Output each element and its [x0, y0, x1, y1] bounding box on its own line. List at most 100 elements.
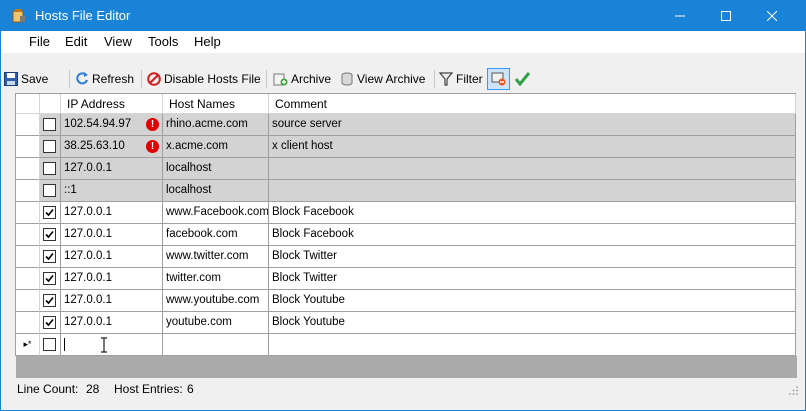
resize-grip-icon[interactable]	[789, 386, 799, 396]
row-header[interactable]	[16, 180, 40, 202]
enabled-checkbox[interactable]	[43, 250, 56, 263]
checkbox-cell[interactable]	[40, 158, 61, 180]
refresh-button[interactable]: Refresh	[75, 68, 134, 90]
enabled-checkbox[interactable]	[43, 140, 56, 153]
checkbox-cell[interactable]	[40, 290, 61, 312]
save-button[interactable]: Save	[4, 68, 48, 90]
menu-tools[interactable]: Tools	[144, 34, 182, 49]
host-cell[interactable]: rhino.acme.com	[163, 114, 269, 136]
host-cell[interactable]: localhost	[163, 180, 269, 202]
checkbox-cell[interactable]	[40, 114, 61, 136]
row-header[interactable]	[16, 114, 40, 136]
comment-cell[interactable]: x client host	[269, 136, 796, 158]
checkbox-cell[interactable]	[40, 312, 61, 334]
enabled-checkbox[interactable]	[43, 162, 56, 175]
comment-cell[interactable]: Block Youtube	[269, 290, 796, 312]
view-archive-button[interactable]: View Archive	[340, 68, 425, 90]
header-host-names[interactable]: Host Names	[163, 94, 269, 114]
menu-help[interactable]: Help	[190, 34, 225, 49]
close-button[interactable]	[749, 1, 795, 31]
filter-enabled-toggle[interactable]	[513, 69, 531, 89]
row-header[interactable]	[16, 246, 40, 268]
enabled-checkbox[interactable]	[43, 206, 56, 219]
ip-cell[interactable]: ::1	[61, 180, 163, 202]
table-row[interactable]: 127.0.0.1 www.twitter.com Block Twitter	[16, 246, 796, 268]
header-comment[interactable]: Comment	[269, 94, 796, 114]
host-cell[interactable]: youtube.com	[163, 312, 269, 334]
ip-cell[interactable]: 127.0.0.1	[61, 268, 163, 290]
comment-cell[interactable]: Block Twitter	[269, 268, 796, 290]
filter-button[interactable]: Filter	[439, 68, 483, 90]
table-row[interactable]: 127.0.0.1 www.Facebook.com Block Facebook	[16, 202, 796, 224]
host-cell[interactable]: www.Facebook.com	[163, 202, 269, 224]
ip-cell[interactable]: 127.0.0.1	[61, 290, 163, 312]
comment-cell[interactable]: source server	[269, 114, 796, 136]
table-row[interactable]: 127.0.0.1 youtube.com Block Youtube	[16, 312, 796, 334]
ip-cell[interactable]: 127.0.0.1	[61, 312, 163, 334]
comment-cell[interactable]: Block Facebook	[269, 202, 796, 224]
checkbox-cell[interactable]	[40, 136, 61, 158]
menu-file[interactable]: File	[25, 34, 54, 49]
table-row[interactable]: 38.25.63.10! x.acme.com x client host	[16, 136, 796, 158]
checkbox-cell[interactable]	[40, 246, 61, 268]
header-enabled[interactable]	[40, 94, 61, 114]
ip-cell[interactable]: 127.0.0.1	[61, 158, 163, 180]
hosts-grid[interactable]: IP Address Host Names Comment 102.54.94.…	[15, 93, 797, 378]
new-row-host-input[interactable]	[163, 334, 269, 356]
host-cell[interactable]: www.youtube.com	[163, 290, 269, 312]
checkbox-cell[interactable]	[40, 224, 61, 246]
row-header[interactable]	[16, 268, 40, 290]
ip-cell[interactable]: 127.0.0.1	[61, 224, 163, 246]
enabled-checkbox[interactable]	[43, 316, 56, 329]
enabled-checkbox[interactable]	[43, 228, 56, 241]
checkbox-cell[interactable]	[40, 202, 61, 224]
enabled-checkbox[interactable]	[43, 118, 56, 131]
maximize-button[interactable]	[703, 1, 749, 31]
row-header[interactable]	[16, 312, 40, 334]
checkbox-cell[interactable]	[40, 180, 61, 202]
ip-cell[interactable]: 127.0.0.1	[61, 202, 163, 224]
host-cell[interactable]: twitter.com	[163, 268, 269, 290]
table-row[interactable]: 127.0.0.1 twitter.com Block Twitter	[16, 268, 796, 290]
menu-edit[interactable]: Edit	[61, 34, 91, 49]
row-header[interactable]	[16, 136, 40, 158]
table-row[interactable]: 127.0.0.1 facebook.com Block Facebook	[16, 224, 796, 246]
disable-hosts-button[interactable]: Disable Hosts File	[147, 68, 261, 90]
new-row[interactable]: ▸*	[16, 334, 796, 356]
comment-cell[interactable]: Block Twitter	[269, 246, 796, 268]
host-cell[interactable]: facebook.com	[163, 224, 269, 246]
row-header[interactable]	[16, 290, 40, 312]
new-row-checkbox-cell[interactable]	[40, 334, 61, 356]
enabled-checkbox[interactable]	[43, 272, 56, 285]
enabled-checkbox[interactable]	[43, 338, 56, 351]
table-row[interactable]: 102.54.94.97! rhino.acme.com source server	[16, 114, 796, 136]
ip-text: 127.0.0.1	[64, 206, 112, 218]
comment-cell[interactable]: Block Facebook	[269, 224, 796, 246]
comment-cell[interactable]: Block Youtube	[269, 312, 796, 334]
ip-cell[interactable]: 38.25.63.10!	[61, 136, 163, 158]
checkmark-icon	[514, 72, 530, 86]
enabled-checkbox[interactable]	[43, 184, 56, 197]
new-row-comment-input[interactable]	[269, 334, 796, 356]
checkbox-cell[interactable]	[40, 268, 61, 290]
minimize-button[interactable]	[657, 1, 703, 31]
header-ip-address[interactable]: IP Address	[61, 94, 163, 114]
host-cell[interactable]: localhost	[163, 158, 269, 180]
enabled-checkbox[interactable]	[43, 294, 56, 307]
row-header[interactable]	[16, 224, 40, 246]
ip-cell[interactable]: 127.0.0.1	[61, 246, 163, 268]
host-cell[interactable]: www.twitter.com	[163, 246, 269, 268]
comment-cell[interactable]	[269, 158, 796, 180]
comment-cell[interactable]	[269, 180, 796, 202]
table-row[interactable]: ::1 localhost	[16, 180, 796, 202]
menu-view[interactable]: View	[100, 34, 136, 49]
archive-button[interactable]: Archive	[273, 68, 331, 90]
new-row-ip-input[interactable]	[61, 334, 163, 356]
host-cell[interactable]: x.acme.com	[163, 136, 269, 158]
table-row[interactable]: 127.0.0.1 www.youtube.com Block Youtube	[16, 290, 796, 312]
filter-disabled-toggle[interactable]	[487, 68, 510, 90]
row-header[interactable]	[16, 158, 40, 180]
ip-cell[interactable]: 102.54.94.97!	[61, 114, 163, 136]
table-row[interactable]: 127.0.0.1 localhost	[16, 158, 796, 180]
row-header[interactable]	[16, 202, 40, 224]
